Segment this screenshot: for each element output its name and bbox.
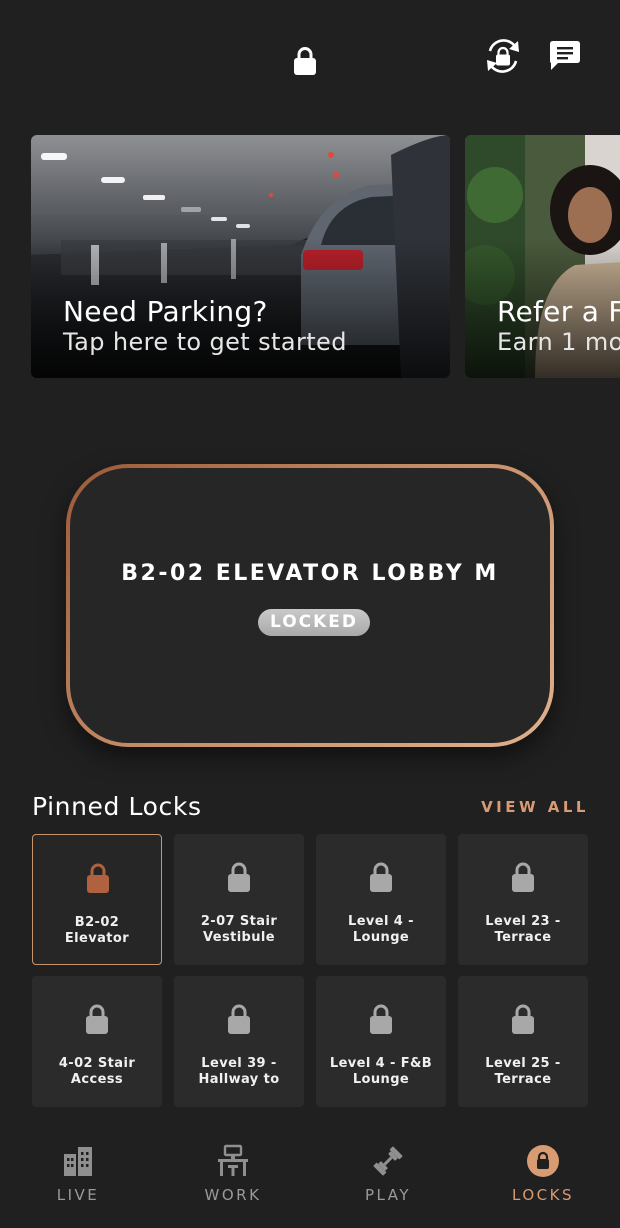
pinned-lock-label: Level 25 - Terrace	[485, 1056, 561, 1087]
pinned-lock-label: B2-02 Elevator	[64, 915, 130, 946]
nav-item-live[interactable]: LIVE	[23, 1130, 133, 1220]
pinned-lock-tile[interactable]: Level 25 - Terrace	[458, 976, 588, 1107]
lock-icon	[294, 47, 316, 75]
nav-label: WORK	[204, 1186, 262, 1204]
view-all-link[interactable]: VIEW ALL	[481, 798, 589, 816]
pinned-lock-tile[interactable]: Level 39 - Hallway to	[174, 976, 304, 1107]
top-bar	[0, 0, 620, 110]
lock-icon	[87, 863, 109, 893]
pinned-lock-tile[interactable]: 2-07 Stair Vestibule	[174, 834, 304, 965]
pinned-lock-tile[interactable]: Level 4 - Lounge	[316, 834, 446, 965]
nav-label: PLAY	[364, 1186, 411, 1204]
lock-icon	[512, 862, 534, 892]
lock-icon	[86, 1004, 108, 1034]
pinned-lock-label: Level 4 - F&B Lounge	[329, 1056, 433, 1087]
unlock-button[interactable]: B2-02 ELEVATOR LOBBY M LOCKED	[66, 464, 554, 747]
lock-status-badge: LOCKED	[258, 609, 370, 636]
lock-icon	[527, 1145, 559, 1177]
nav-label: LIVE	[56, 1186, 100, 1204]
pinned-lock-tile[interactable]: Level 4 - F&B Lounge	[316, 976, 446, 1107]
card-title: Need Parking?	[63, 295, 268, 328]
dumbbell-icon	[373, 1146, 403, 1176]
card-title: Refer a F	[497, 295, 620, 328]
sync-lock-icon[interactable]	[482, 35, 524, 77]
pinned-lock-label: Level 39 - Hallway to	[198, 1056, 280, 1087]
pinned-lock-label: 4-02 Stair Access	[58, 1056, 136, 1087]
card-subtitle: Tap here to get started	[63, 328, 347, 356]
nav-item-work[interactable]: WORK	[178, 1130, 288, 1220]
bottom-nav: LIVE WORK PLAY LOCKS	[0, 1130, 620, 1228]
chat-icon[interactable]	[548, 40, 582, 72]
promo-carousel[interactable]: Need Parking? Tap here to get started Re…	[0, 135, 620, 379]
pinned-locks-grid: B2-02 Elevator 2-07 Stair Vestibule Leve…	[32, 834, 588, 1108]
pinned-lock-tile[interactable]: Level 23 - Terrace	[458, 834, 588, 965]
parking-promo-card[interactable]: Need Parking? Tap here to get started	[31, 135, 450, 378]
pinned-lock-label: Level 4 - Lounge	[348, 914, 414, 945]
desk-icon	[218, 1144, 248, 1176]
nav-item-play[interactable]: PLAY	[333, 1130, 443, 1220]
pinned-lock-tile[interactable]: B2-02 Elevator	[32, 834, 162, 965]
pinned-lock-tile[interactable]: 4-02 Stair Access	[32, 976, 162, 1107]
lock-icon	[228, 1004, 250, 1034]
lock-icon	[370, 1004, 392, 1034]
card-subtitle: Earn 1 mo	[497, 328, 620, 356]
lock-icon	[512, 1004, 534, 1034]
nav-item-locks[interactable]: LOCKS	[488, 1130, 598, 1220]
referral-promo-card[interactable]: Refer a F Earn 1 mo	[465, 135, 620, 378]
lock-panel-body: B2-02 ELEVATOR LOBBY M LOCKED	[70, 468, 550, 743]
lock-icon	[370, 862, 392, 892]
pinned-lock-label: 2-07 Stair Vestibule	[200, 914, 278, 945]
building-icon	[64, 1147, 92, 1176]
lock-icon	[228, 862, 250, 892]
nav-label: LOCKS	[512, 1186, 574, 1204]
pinned-lock-label: Level 23 - Terrace	[485, 914, 561, 945]
current-lock-name: B2-02 ELEVATOR LOBBY M	[121, 561, 499, 586]
pinned-locks-heading: Pinned Locks	[32, 792, 202, 821]
